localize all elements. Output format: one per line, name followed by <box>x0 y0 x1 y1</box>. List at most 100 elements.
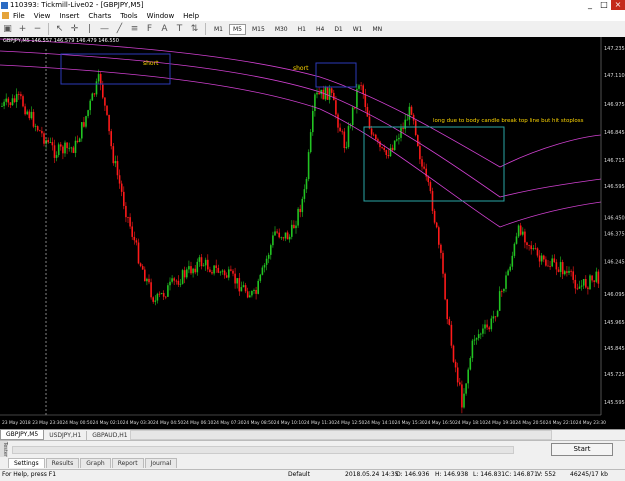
time-label: 24 May 15:30 <box>395 420 425 426</box>
candle-body <box>396 139 398 141</box>
candle-body <box>440 244 442 253</box>
candle-body <box>253 289 255 291</box>
label-icon[interactable]: T <box>174 24 185 35</box>
long-zone-box[interactable] <box>363 126 505 202</box>
candle-body <box>463 393 465 408</box>
candle-body <box>400 127 402 138</box>
chart-tab-usdjpy[interactable]: USDJPY,H1 <box>44 430 88 440</box>
timeframe-w1[interactable]: W1 <box>349 24 367 35</box>
candle-body <box>97 74 100 82</box>
menu-file[interactable]: File <box>13 12 25 20</box>
tab-results[interactable]: Results <box>45 458 80 468</box>
text-icon[interactable]: A <box>159 24 170 35</box>
candle-body <box>593 280 595 282</box>
timeframe-m5[interactable]: M5 <box>229 23 246 35</box>
trendline-icon[interactable]: ╱ <box>114 24 125 35</box>
candle-body <box>585 278 587 288</box>
candle-body <box>198 257 201 262</box>
candle-body <box>13 98 16 103</box>
candle-body <box>503 288 505 292</box>
candle-body <box>102 84 104 98</box>
timeframe-h1[interactable]: H1 <box>294 24 310 35</box>
vertical-line-icon[interactable]: | <box>84 24 95 35</box>
candle-body <box>597 271 600 284</box>
candle-body <box>141 266 144 270</box>
candle-body <box>183 270 186 278</box>
candle-body <box>282 237 285 239</box>
candle-body <box>211 272 213 274</box>
menu-view[interactable]: View <box>34 12 51 20</box>
candle-body <box>219 271 222 273</box>
fibonacci-icon[interactable]: F <box>144 24 155 35</box>
candle-body <box>66 142 68 149</box>
candle-body <box>522 231 524 235</box>
candle-body <box>536 248 539 256</box>
timeframe-mn[interactable]: MN <box>369 24 387 35</box>
minimize-button[interactable]: _ <box>583 0 597 10</box>
zoom-out-icon[interactable]: − <box>32 24 43 35</box>
crosshair-icon[interactable]: ✛ <box>69 24 80 35</box>
candle-body <box>209 269 211 273</box>
time-label: 24 May 20:50 <box>515 420 545 426</box>
time-label: 24 May 23:30 <box>576 420 606 426</box>
chart-tab-gbpjpy[interactable]: GBPJPY,M5 <box>0 430 45 440</box>
candle-body <box>534 248 537 249</box>
candle-body <box>314 94 316 111</box>
toolbar: ▣ + − ↖ ✛ | — ╱ ≡ F A T ⇅ M1 M5 M15 M30 … <box>0 21 625 38</box>
candle-body <box>148 278 150 283</box>
timeframe-m1[interactable]: M1 <box>210 24 227 35</box>
candle-body <box>5 98 7 102</box>
candle-body <box>524 231 526 243</box>
close-button[interactable]: × <box>611 0 625 10</box>
tab-settings[interactable]: Settings <box>8 458 45 468</box>
price-label: 146.595 <box>604 184 625 190</box>
menu-tools[interactable]: Tools <box>120 12 137 20</box>
candle-body <box>482 328 484 334</box>
candle-body <box>110 131 112 147</box>
menu-insert[interactable]: Insert <box>59 12 79 20</box>
timeframe-h4[interactable]: H4 <box>312 24 328 35</box>
menu-help[interactable]: Help <box>183 12 199 20</box>
symbol-ohlc: GBPJPY,M5 146.557 146.579 146.479 146.55… <box>3 38 119 44</box>
candle-body <box>370 128 373 135</box>
candle-body <box>274 231 276 236</box>
candle-body <box>589 275 591 290</box>
zoom-in-icon[interactable]: + <box>17 24 28 35</box>
price-chart[interactable]: short short long due to body candle brea… <box>0 37 625 429</box>
candle-body <box>57 144 60 156</box>
candle-body <box>240 287 243 292</box>
candle-body <box>280 237 283 239</box>
candle-body <box>587 287 589 290</box>
start-button[interactable]: Start <box>551 443 613 456</box>
tab-report[interactable]: Report <box>111 458 144 468</box>
horizontal-line-icon[interactable]: — <box>99 24 110 35</box>
timeframe-m30[interactable]: M30 <box>271 24 292 35</box>
chart-canvas[interactable]: short short long due to body candle brea… <box>0 37 625 429</box>
status-traffic: 46245/17 kb <box>570 471 608 478</box>
candle-body <box>22 96 24 107</box>
status-datetime: 2018.05.24 14:35 <box>345 471 399 478</box>
chart-scrollbar[interactable] <box>130 430 552 440</box>
short-zone-box-2[interactable] <box>315 62 357 88</box>
candle-body <box>217 267 220 273</box>
maximize-button[interactable]: □ <box>597 0 611 10</box>
candle-body <box>70 147 73 149</box>
menu-window[interactable]: Window <box>147 12 175 20</box>
envelope-line <box>0 64 602 228</box>
arrows-icon[interactable]: ⇅ <box>189 24 200 35</box>
tab-graph[interactable]: Graph <box>80 458 111 468</box>
menu-charts[interactable]: Charts <box>88 12 111 20</box>
cursor-icon[interactable]: ↖ <box>54 24 65 35</box>
time-label: 24 May 04:50 <box>153 420 183 426</box>
candle-body <box>255 289 257 294</box>
candle-body <box>225 275 228 278</box>
candle-body <box>244 285 247 292</box>
tab-journal[interactable]: Journal <box>144 458 178 468</box>
timeframe-d1[interactable]: D1 <box>330 24 346 35</box>
candle-body <box>339 127 341 132</box>
timeframe-m15[interactable]: M15 <box>248 24 269 35</box>
channel-icon[interactable]: ≡ <box>129 24 140 35</box>
candle-body <box>228 269 230 278</box>
new-chart-icon[interactable]: ▣ <box>2 24 13 35</box>
chart-tab-gbpaud[interactable]: GBPAUD,H1 <box>87 430 134 440</box>
